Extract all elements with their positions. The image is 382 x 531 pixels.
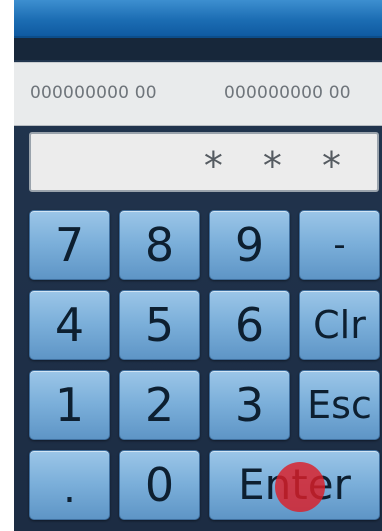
enter-button[interactable]: Enter [209,450,380,520]
key-3-label: 3 [234,378,265,432]
key-6[interactable]: 6 [209,290,290,360]
clear-button[interactable]: Clr [299,290,380,360]
key-0[interactable]: 0 [119,450,200,520]
pin-entry-screen: 000000000 00 000000000 00 * * * 7 8 9 - … [0,0,382,531]
key-1-label: 1 [54,378,85,432]
left-gutter [0,0,14,531]
info-left-value: 000000000 00 [30,83,157,103]
key-3[interactable]: 3 [209,370,290,440]
clear-button-label: Clr [313,303,366,347]
key-9-label: 9 [234,218,265,272]
key-minus-label: - [333,225,346,265]
key-2-label: 2 [144,378,175,432]
header-strip [14,38,382,60]
pin-display-field[interactable]: * * * [29,132,379,192]
key-6-label: 6 [234,298,265,352]
key-0-label: 0 [144,458,175,512]
key-9[interactable]: 9 [209,210,290,280]
pin-masked-value: * * * [203,144,355,188]
key-4[interactable]: 4 [29,290,110,360]
title-bar [14,0,382,38]
account-info-bar: 000000000 00 000000000 00 [14,62,382,126]
info-right-value: 000000000 00 [224,83,351,103]
key-5[interactable]: 5 [119,290,200,360]
key-8-label: 8 [144,218,175,272]
escape-button-label: Esc [307,383,372,427]
key-1[interactable]: 1 [29,370,110,440]
escape-button[interactable]: Esc [299,370,380,440]
key-minus[interactable]: - [299,210,380,280]
key-2[interactable]: 2 [119,370,200,440]
key-decimal-point[interactable]: . [29,450,110,520]
key-decimal-point-label: . [63,466,76,512]
key-4-label: 4 [54,298,85,352]
key-5-label: 5 [144,298,175,352]
key-7[interactable]: 7 [29,210,110,280]
key-8[interactable]: 8 [119,210,200,280]
key-7-label: 7 [54,218,85,272]
enter-button-label: Enter [238,460,351,509]
